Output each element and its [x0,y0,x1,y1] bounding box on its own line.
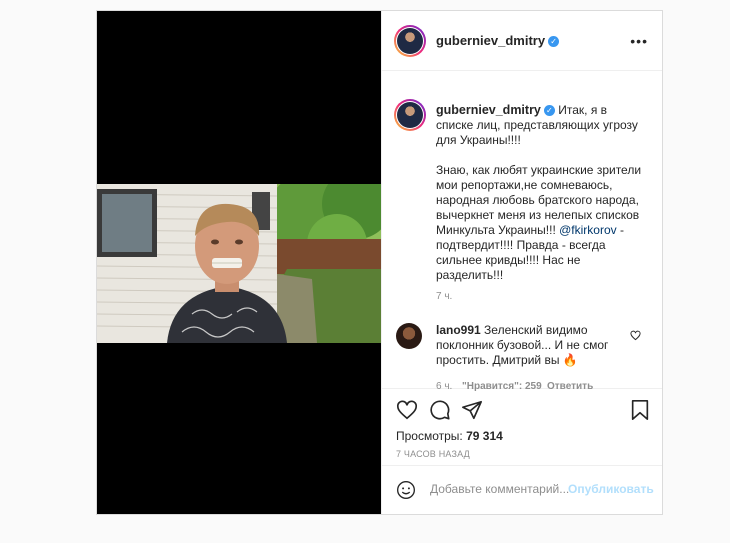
views-label: Просмотры: [396,429,463,443]
bookmark-icon[interactable] [630,399,650,421]
comment-time[interactable]: 6 ч. [436,381,452,392]
heart-icon[interactable] [396,399,418,421]
author-avatar[interactable] [394,25,426,57]
instagram-post: guberniev_dmitry ✓ ••• guberniev_dmitry ✓ … [96,10,663,515]
comment-bubble-icon[interactable] [429,399,451,421]
avatar-image [397,102,423,128]
post-sidebar: guberniev_dmitry ✓ ••• guberniev_dmitry ✓ … [381,11,662,514]
author-name-row: guberniev_dmitry ✓ [436,33,560,48]
post-caption: guberniev_dmitry ✓ Итак, я в списке лиц, … [436,103,646,283]
add-comment-bar: Опубликовать [382,465,662,514]
caption-author-avatar[interactable] [394,99,426,131]
commenter-username[interactable]: lano991 [436,323,481,337]
post-header: guberniev_dmitry ✓ ••• [382,11,662,71]
author-username[interactable]: guberniev_dmitry [436,33,545,48]
caption-username[interactable]: guberniev_dmitry [436,103,541,117]
more-horizontal-icon[interactable]: ••• [630,33,648,49]
avatar-image [397,28,423,54]
smiley-icon[interactable] [396,480,416,500]
comment-body: lano991 Зеленский видимо поклонник бузов… [436,323,616,368]
comment-reply-button[interactable]: Ответить [547,381,593,392]
verified-badge-icon: ✓ [543,105,555,117]
small-heart-icon[interactable] [630,330,641,341]
comment-likes-count[interactable]: "Нравится": 259 [462,381,542,392]
views-counter[interactable]: Просмотры: 79 314 [396,429,503,443]
views-count: 79 314 [466,429,503,443]
publish-button[interactable]: Опубликовать [568,482,654,496]
verified-badge-icon: ✓ [548,36,560,48]
caption-time[interactable]: 7 ч. [436,291,452,302]
post-video-frame[interactable] [97,184,381,343]
post-date[interactable]: 7 ЧАСОВ НАЗАД [396,449,470,459]
commenter-avatar[interactable] [396,323,422,349]
comment-input[interactable] [428,481,572,497]
comments-section: guberniev_dmitry ✓ Итак, я в списке лиц, … [382,71,662,392]
selfie-photo [97,184,381,343]
paper-plane-icon[interactable] [461,399,483,421]
post-media[interactable] [97,11,381,514]
caption-mention-link[interactable]: @fkirkorov [559,223,617,237]
caption-text-part1: Итак, я в списке лиц, представляющих угр… [436,103,642,237]
